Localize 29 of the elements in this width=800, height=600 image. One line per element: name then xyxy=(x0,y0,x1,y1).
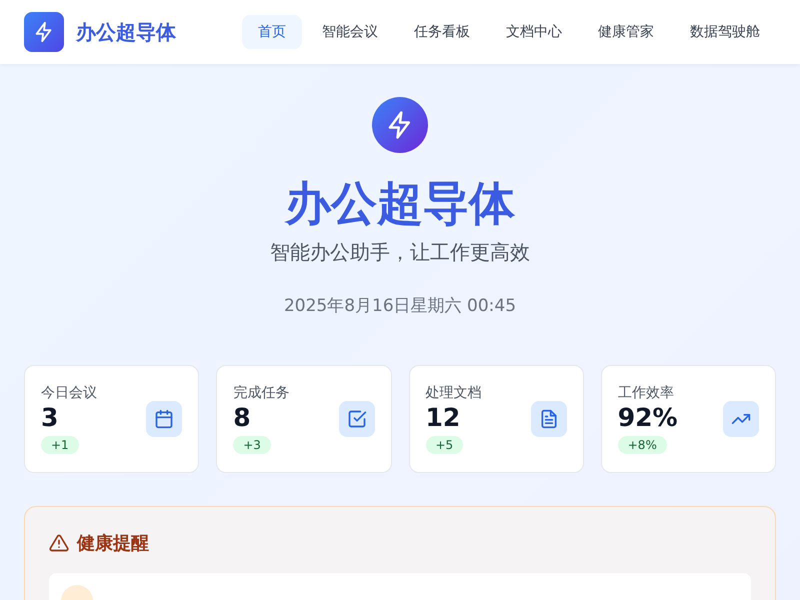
stat-label: 处理文档 xyxy=(426,384,482,402)
delta-badge: +3 xyxy=(233,436,271,454)
stat-label: 今日会议 xyxy=(41,384,97,402)
stat-value: 92% xyxy=(618,402,678,434)
calendar-icon xyxy=(146,401,182,437)
nav-tab[interactable]: 文档中心 xyxy=(490,15,578,49)
nav-tab[interactable]: 智能会议 xyxy=(306,15,394,49)
nav-tab[interactable]: 首页 xyxy=(242,15,302,49)
date-time: 2025年8月16日星期六 00:45 xyxy=(284,295,516,317)
hero-title: 办公超导体 xyxy=(285,175,515,231)
document-icon xyxy=(530,401,567,437)
nav-tab[interactable]: 健康管家 xyxy=(582,15,670,49)
delta-badge: +8% xyxy=(618,436,667,454)
logo-icon xyxy=(24,12,64,52)
checkbox-icon xyxy=(338,401,374,437)
stat-value: 3 xyxy=(41,402,58,434)
stat-value: 12 xyxy=(426,402,460,434)
warning-icon xyxy=(49,533,69,553)
trend-up-icon xyxy=(723,401,759,437)
hero-subtitle: 智能办公助手，让工作更高效 xyxy=(270,239,530,266)
health-title: 健康提醒 xyxy=(77,532,149,555)
stat-value: 8 xyxy=(233,402,251,434)
nav-tab[interactable]: 任务看板 xyxy=(398,15,486,49)
brand-name: 办公超导体 xyxy=(76,18,176,46)
delta-badge: +5 xyxy=(426,436,464,454)
nav-tab[interactable]: 数据驾驶舱 xyxy=(674,15,776,49)
stat-label: 完成任务 xyxy=(233,384,290,402)
stat-label: 工作效率 xyxy=(618,384,674,402)
delta-badge: +1 xyxy=(41,436,79,454)
